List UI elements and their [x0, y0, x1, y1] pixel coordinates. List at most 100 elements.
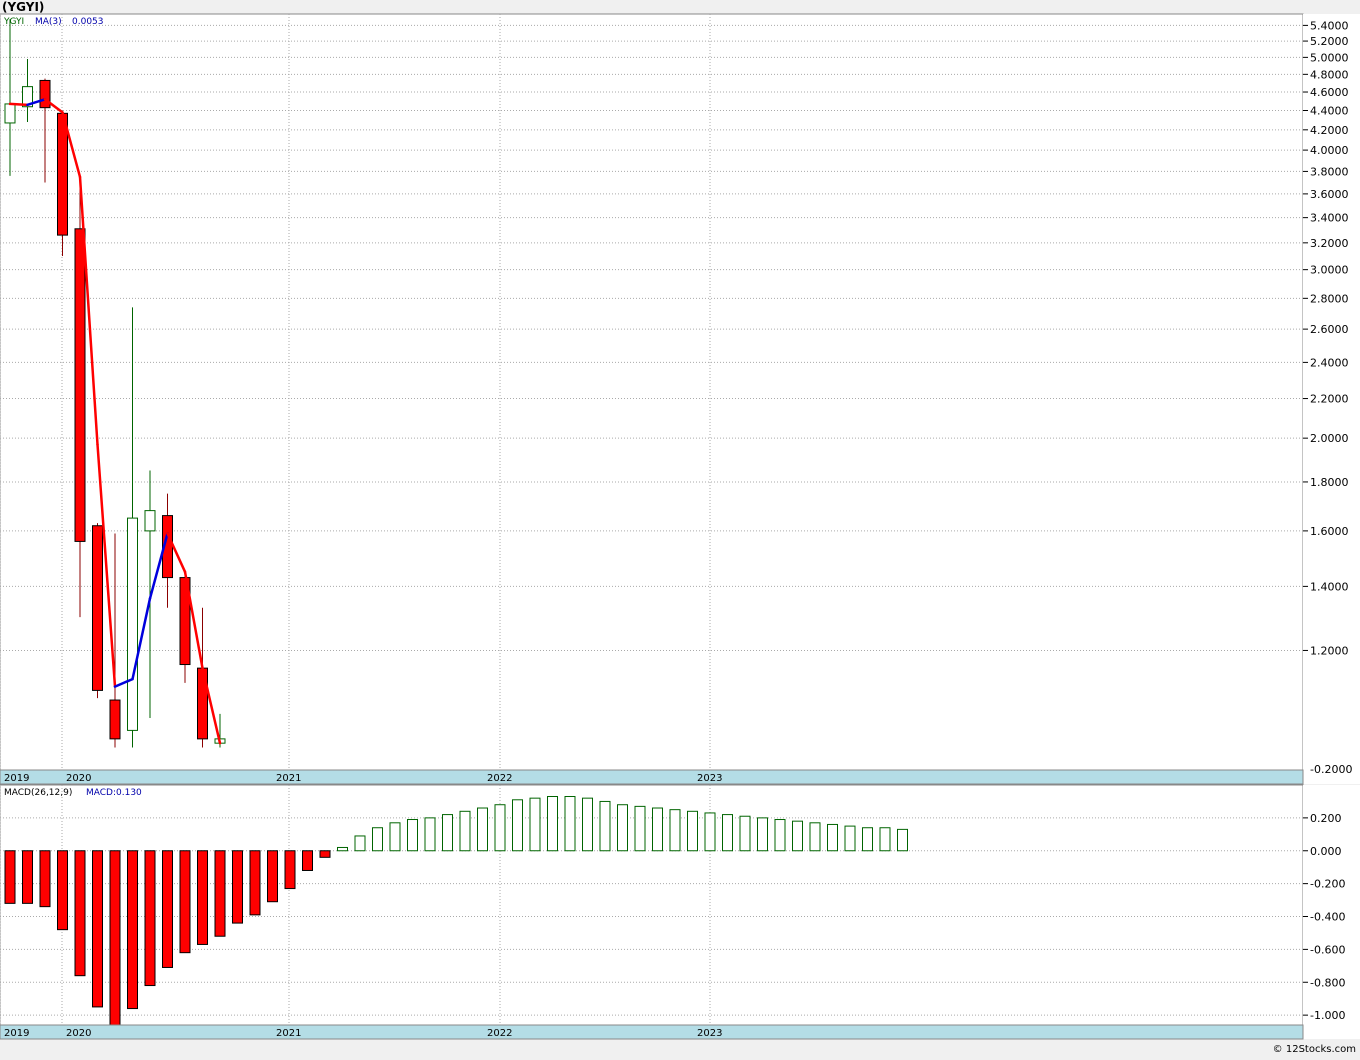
- price-y-tick-label: 3.0000: [1310, 264, 1349, 277]
- macd-bar: [722, 814, 733, 852]
- macd-y-tick-label: -0.800: [1310, 976, 1345, 989]
- candle-body: [39, 79, 51, 109]
- price-y-tick-label: 4.0000: [1310, 144, 1349, 157]
- candle-body: [127, 517, 138, 731]
- macd-x-tick-label: 2023: [697, 1028, 722, 1039]
- macd-bar: [512, 799, 523, 852]
- macd-bar: [844, 825, 856, 852]
- macd-bar: [144, 850, 156, 987]
- price-y-tick-label: 3.4000: [1310, 212, 1349, 225]
- macd-bar: [459, 810, 471, 852]
- macd-bar: [564, 796, 576, 852]
- macd-bar: [162, 850, 173, 968]
- macd-bar: [617, 804, 628, 852]
- macd-bar: [179, 850, 191, 954]
- macd-bar: [547, 796, 558, 852]
- price-y-tick-label: 3.6000: [1310, 188, 1349, 201]
- chart-title: (YGYI): [2, 0, 44, 14]
- price-y-tick-label: 4.6000: [1310, 86, 1349, 99]
- copyright-footer: © 12Stocks.com: [1273, 1044, 1356, 1055]
- price-y-tick-label: 1.4000: [1310, 580, 1349, 593]
- macd-y-tick-label: 0.000: [1310, 845, 1342, 858]
- macd-bar: [897, 828, 908, 852]
- macd-bar: [494, 804, 506, 852]
- macd-bar: [197, 850, 208, 945]
- price-y-tick-label: 2.2000: [1310, 393, 1349, 406]
- macd-bar: [214, 850, 226, 937]
- candle-body: [4, 103, 16, 124]
- price-y-tick-label: 5.4000: [1310, 19, 1349, 32]
- candle-body: [74, 228, 86, 542]
- price-x-tick-label: 2021: [276, 773, 301, 784]
- macd-bar: [354, 835, 366, 852]
- ma-segment: [8, 102, 29, 107]
- price-y-tick-label: 1.2000: [1310, 644, 1349, 657]
- macd-bar: [704, 812, 716, 852]
- price-y-tick-label: 4.8000: [1310, 68, 1349, 81]
- macd-bar: [442, 814, 453, 852]
- macd-bar: [809, 822, 821, 852]
- price-legend-symbol: YGYI: [3, 17, 24, 27]
- macd-x-tick-label: 2020: [66, 1028, 91, 1039]
- macd-bar: [127, 850, 138, 1010]
- macd-bar: [757, 817, 768, 852]
- macd-bar: [687, 810, 698, 852]
- macd-bar: [22, 850, 33, 904]
- macd-date-band: [0, 1024, 1304, 1040]
- macd-bar: [109, 850, 121, 1026]
- price-legend-ma: MA(3): [35, 17, 62, 27]
- macd-bar: [57, 850, 68, 931]
- macd-y-tick-label: -0.200: [1310, 878, 1345, 891]
- macd-bar: [389, 822, 401, 852]
- price-y-tick-label: 2.8000: [1310, 292, 1349, 305]
- macd-bar: [39, 850, 51, 908]
- stock-chart: 5.4000 5.2000 5.0000 4.8000 4.6000 4.4000 4.20…: [0, 0, 1360, 1056]
- macd-bar: [652, 807, 663, 852]
- price-y-tick-label: 2.6000: [1310, 323, 1349, 336]
- price-y-tick-label: 4.2000: [1310, 124, 1349, 137]
- candle-body: [109, 699, 121, 740]
- macd-bar: [634, 805, 646, 852]
- price-panel-bg: [0, 13, 1304, 771]
- price-x-tick-label: 2022: [487, 773, 512, 784]
- macd-bar: [529, 797, 541, 852]
- macd-y-tick-label: 0.200: [1310, 812, 1342, 825]
- macd-bar: [477, 807, 488, 852]
- macd-bar: [862, 827, 873, 852]
- candle-body: [92, 525, 103, 691]
- macd-bar: [739, 815, 751, 852]
- price-legend-value: 0.0053: [72, 17, 104, 27]
- macd-y-tick-label: -1.000: [1310, 1009, 1345, 1022]
- price-x-tick-label: 2019: [4, 773, 29, 784]
- price-y-tick-label: 5.2000: [1310, 35, 1349, 48]
- macd-bar: [337, 846, 348, 852]
- macd-x-tick-label: 2021: [276, 1028, 301, 1039]
- price-y-tick-label: 2.4000: [1310, 356, 1349, 369]
- macd-y-tick-label: -0.400: [1310, 911, 1345, 924]
- price-x-tick-label: 2020: [66, 773, 91, 784]
- macd-bar: [302, 850, 313, 871]
- macd-bar: [599, 800, 611, 852]
- macd-bar: [74, 850, 86, 977]
- macd-bar: [424, 817, 436, 852]
- macd-bar: [669, 809, 681, 852]
- price-y-tick-label: 1.6000: [1310, 525, 1349, 538]
- macd-bar: [284, 850, 296, 890]
- macd-bar: [232, 850, 243, 924]
- price-y-tick-label: 2.0000: [1310, 432, 1349, 445]
- price-y-tick-label-bottom: -0.2000: [1310, 763, 1352, 776]
- chart-canvas: 5.4000 5.2000 5.0000 4.8000 4.6000 4.4000 4.20…: [0, 0, 1360, 1055]
- macd-y-tick-label: -0.600: [1310, 943, 1345, 956]
- macd-bar: [372, 827, 383, 852]
- macd-bar: [582, 797, 593, 852]
- price-x-tick-label: 2023: [697, 773, 722, 784]
- price-y-tick-label: 3.8000: [1310, 165, 1349, 178]
- macd-bar: [319, 850, 331, 858]
- macd-x-tick-label: 2022: [487, 1028, 512, 1039]
- macd-bar: [879, 827, 891, 852]
- price-y-tick-label: 1.8000: [1310, 476, 1349, 489]
- candle-body: [57, 112, 68, 236]
- macd-bar: [249, 850, 261, 916]
- macd-bar: [827, 823, 838, 852]
- macd-bar: [792, 820, 803, 852]
